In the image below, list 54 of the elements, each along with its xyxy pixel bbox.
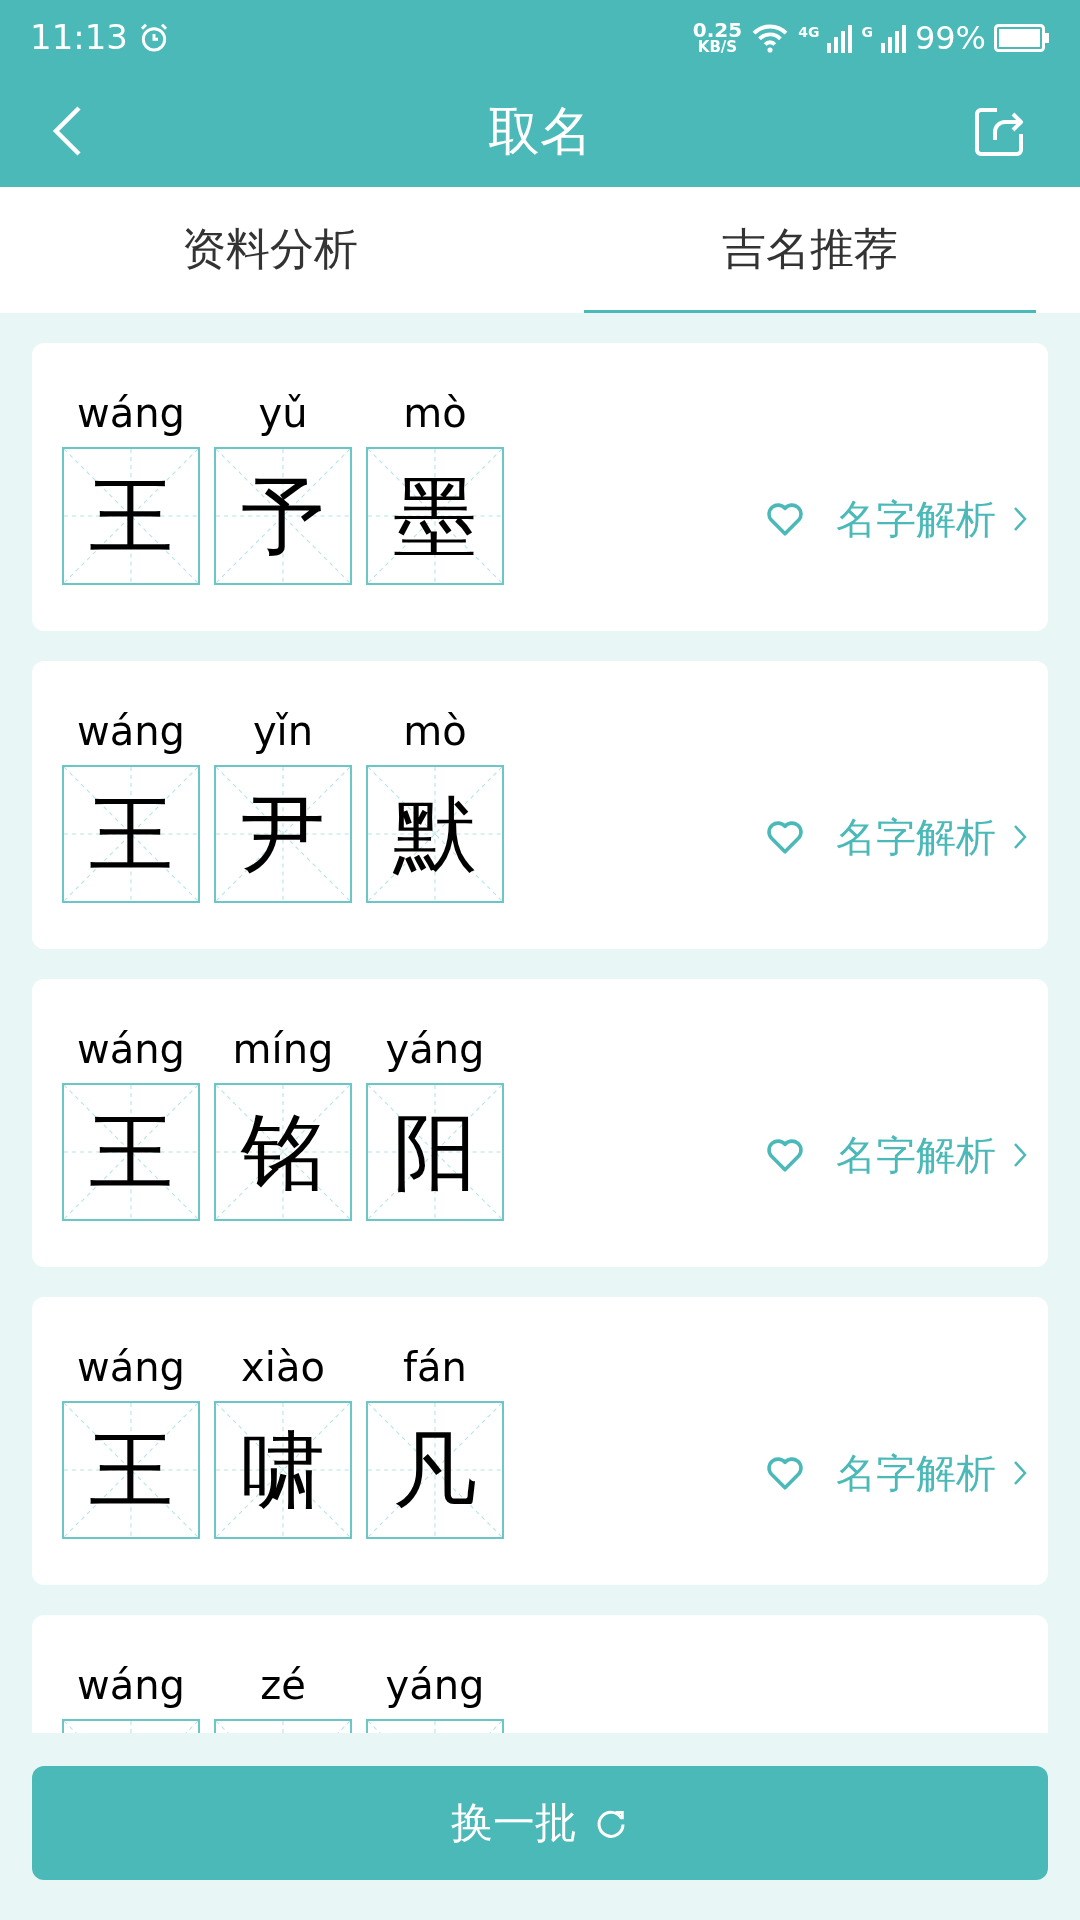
back-icon: [50, 104, 84, 158]
pinyin-text: zé: [260, 1661, 306, 1710]
refresh-batch-button[interactable]: 换一批: [32, 1765, 1048, 1880]
chevron-right-icon: [1012, 1459, 1028, 1487]
heart-icon: [765, 1455, 805, 1491]
name-analysis-link[interactable]: 名字解析: [836, 1125, 1028, 1185]
heart-icon: [765, 1137, 805, 1173]
name-character: 凡: [393, 1428, 477, 1512]
pinyin-text: mò: [403, 707, 467, 756]
name-character: 尹: [241, 792, 325, 876]
battery-icon: [994, 23, 1050, 52]
pinyin-text: wáng: [77, 1025, 185, 1074]
pinyin-text: wáng: [77, 1661, 185, 1710]
alarm-icon: [138, 21, 170, 54]
pinyin-text: míng: [232, 1025, 334, 1074]
network-speed: 0.25: [692, 20, 743, 40]
name-character: 默: [393, 792, 477, 876]
name-analysis-link[interactable]: 名字解析: [836, 807, 1028, 867]
name-character: 王: [89, 474, 173, 558]
signal-icon: [880, 22, 907, 53]
pinyin-text: yǐn: [252, 707, 314, 756]
pinyin-text: wáng: [77, 389, 185, 438]
chevron-right-icon: [1012, 823, 1028, 851]
pinyin-text: wáng: [77, 1343, 185, 1392]
name-character: 王: [89, 1428, 173, 1512]
speed-unit: KB/S: [697, 40, 738, 55]
pinyin-text: yǔ: [258, 389, 308, 438]
chevron-right-icon: [1012, 505, 1028, 533]
name-character: 啸: [241, 1428, 325, 1512]
name-analysis-link[interactable]: 名字解析: [836, 489, 1028, 549]
name-analysis-link[interactable]: 名字解析: [836, 1443, 1028, 1503]
battery-percent: 99%: [914, 17, 986, 59]
page-title: 取名: [488, 100, 592, 163]
signal-icon: [827, 22, 854, 53]
name-character: 王: [89, 792, 173, 876]
name-character: 阳: [393, 1110, 477, 1194]
network-type: G: [861, 22, 873, 42]
pinyin-text: yáng: [385, 1025, 485, 1074]
name-character: 予: [241, 474, 325, 558]
chevron-right-icon: [1012, 1141, 1028, 1169]
name-character: 墨: [393, 474, 477, 558]
tab[interactable]: 资料分析: [44, 187, 496, 313]
name-character: 铭: [241, 1110, 325, 1194]
pinyin-text: mò: [403, 389, 467, 438]
pinyin-text: fán: [403, 1343, 467, 1392]
pinyin-text: yáng: [385, 1661, 485, 1710]
heart-icon: [765, 819, 805, 855]
name-character: 王: [89, 1110, 173, 1194]
status-time: 11:13: [30, 16, 128, 59]
tab[interactable]: 吉名推荐: [584, 187, 1036, 313]
pinyin-text: xiào: [241, 1343, 325, 1392]
heart-icon: [765, 501, 805, 537]
pinyin-text: wáng: [77, 707, 185, 756]
network-type: 4G: [798, 22, 820, 42]
